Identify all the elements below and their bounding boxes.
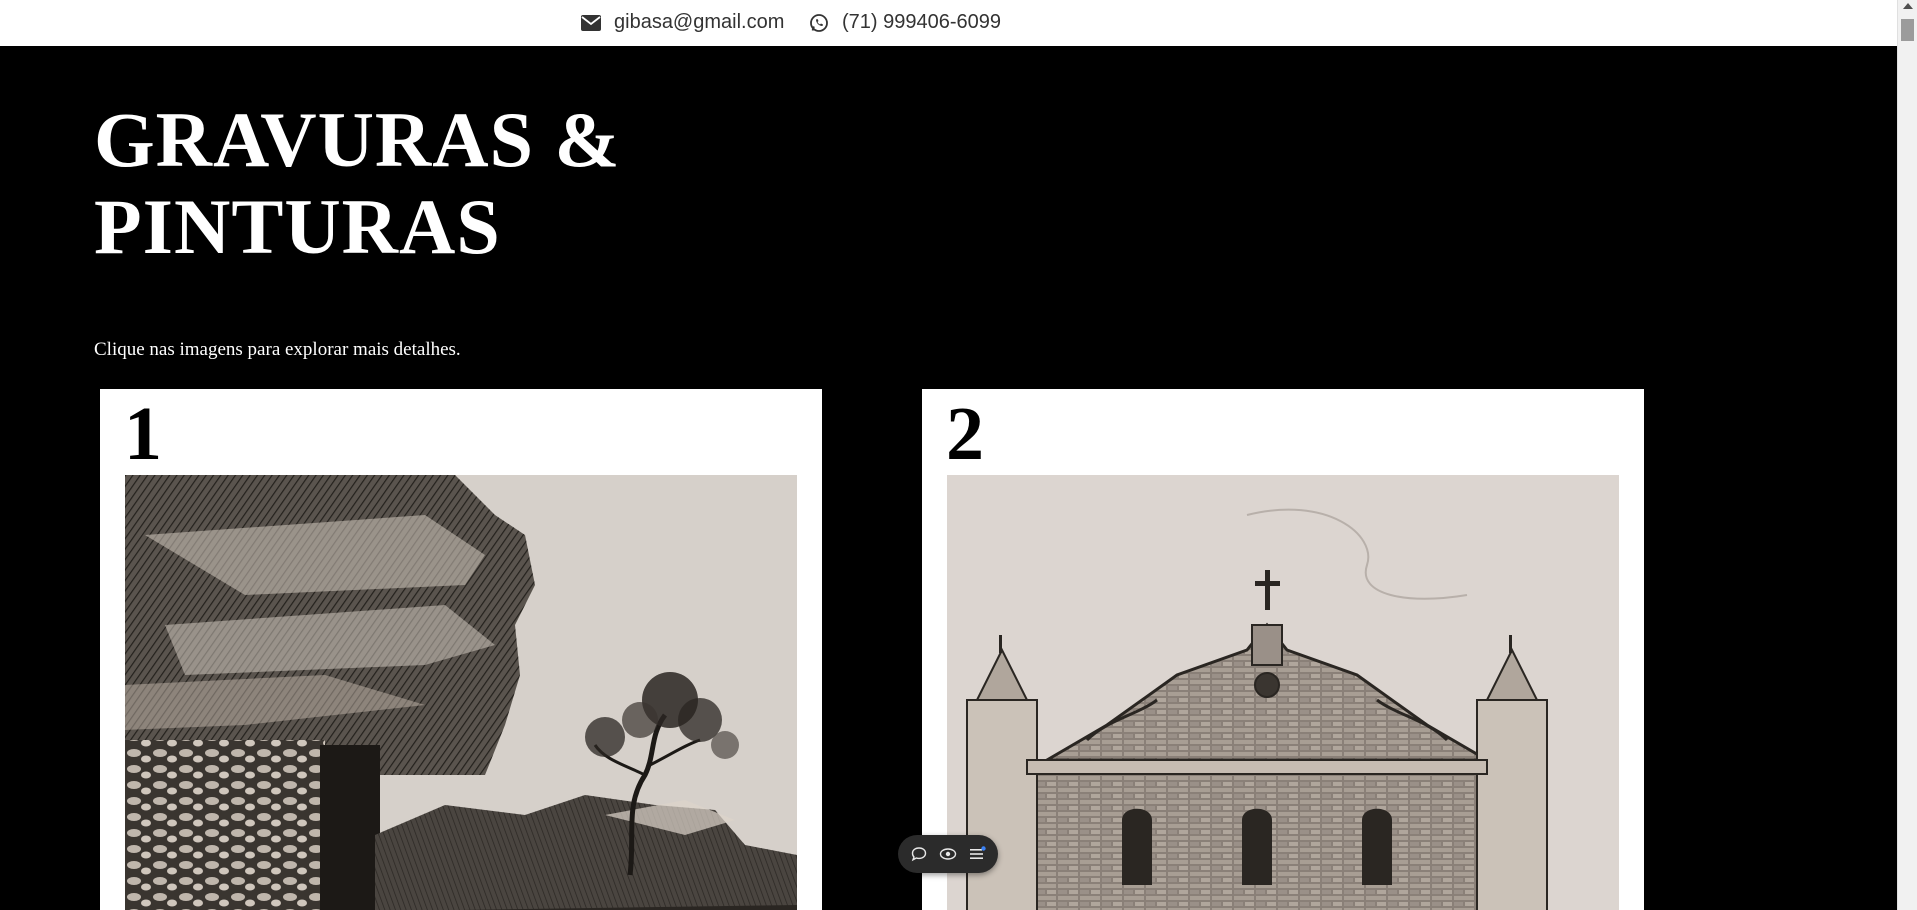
contact-bar: gibasa@gmail.com (71) 999406-6099 <box>0 0 1898 46</box>
envelope-icon <box>580 12 602 34</box>
eye-icon[interactable] <box>936 842 960 866</box>
page: gibasa@gmail.com (71) 999406-6099 GRAVUR… <box>0 0 1917 910</box>
scroll-up-icon[interactable] <box>1903 3 1913 9</box>
title-line-2: PINTURAS <box>94 183 501 270</box>
card-number: 1 <box>124 392 162 476</box>
gallery-card-1[interactable]: 1 <box>100 389 822 910</box>
contact-email[interactable]: gibasa@gmail.com <box>580 11 784 34</box>
comment-icon[interactable] <box>907 842 931 866</box>
gallery-hint: Clique nas imagens para explorar mais de… <box>94 339 461 360</box>
artwork-image-1[interactable] <box>125 475 797 910</box>
scrollbar-thumb[interactable] <box>1901 19 1914 41</box>
phone-link[interactable]: (71) 999406-6099 <box>842 11 1001 34</box>
vertical-scrollbar[interactable] <box>1897 0 1917 910</box>
page-title: GRAVURAS & PINTURAS <box>94 96 620 270</box>
contact-phone[interactable]: (71) 999406-6099 <box>808 11 1001 34</box>
gallery-card-2[interactable]: 2 <box>922 389 1644 910</box>
floating-toolbar <box>898 835 998 873</box>
whatsapp-icon <box>808 12 830 34</box>
card-number: 2 <box>946 392 984 476</box>
menu-icon[interactable] <box>965 842 989 866</box>
email-link[interactable]: gibasa@gmail.com <box>614 11 784 34</box>
title-line-1: GRAVURAS & <box>94 96 621 183</box>
artwork-image-2[interactable] <box>947 475 1619 910</box>
